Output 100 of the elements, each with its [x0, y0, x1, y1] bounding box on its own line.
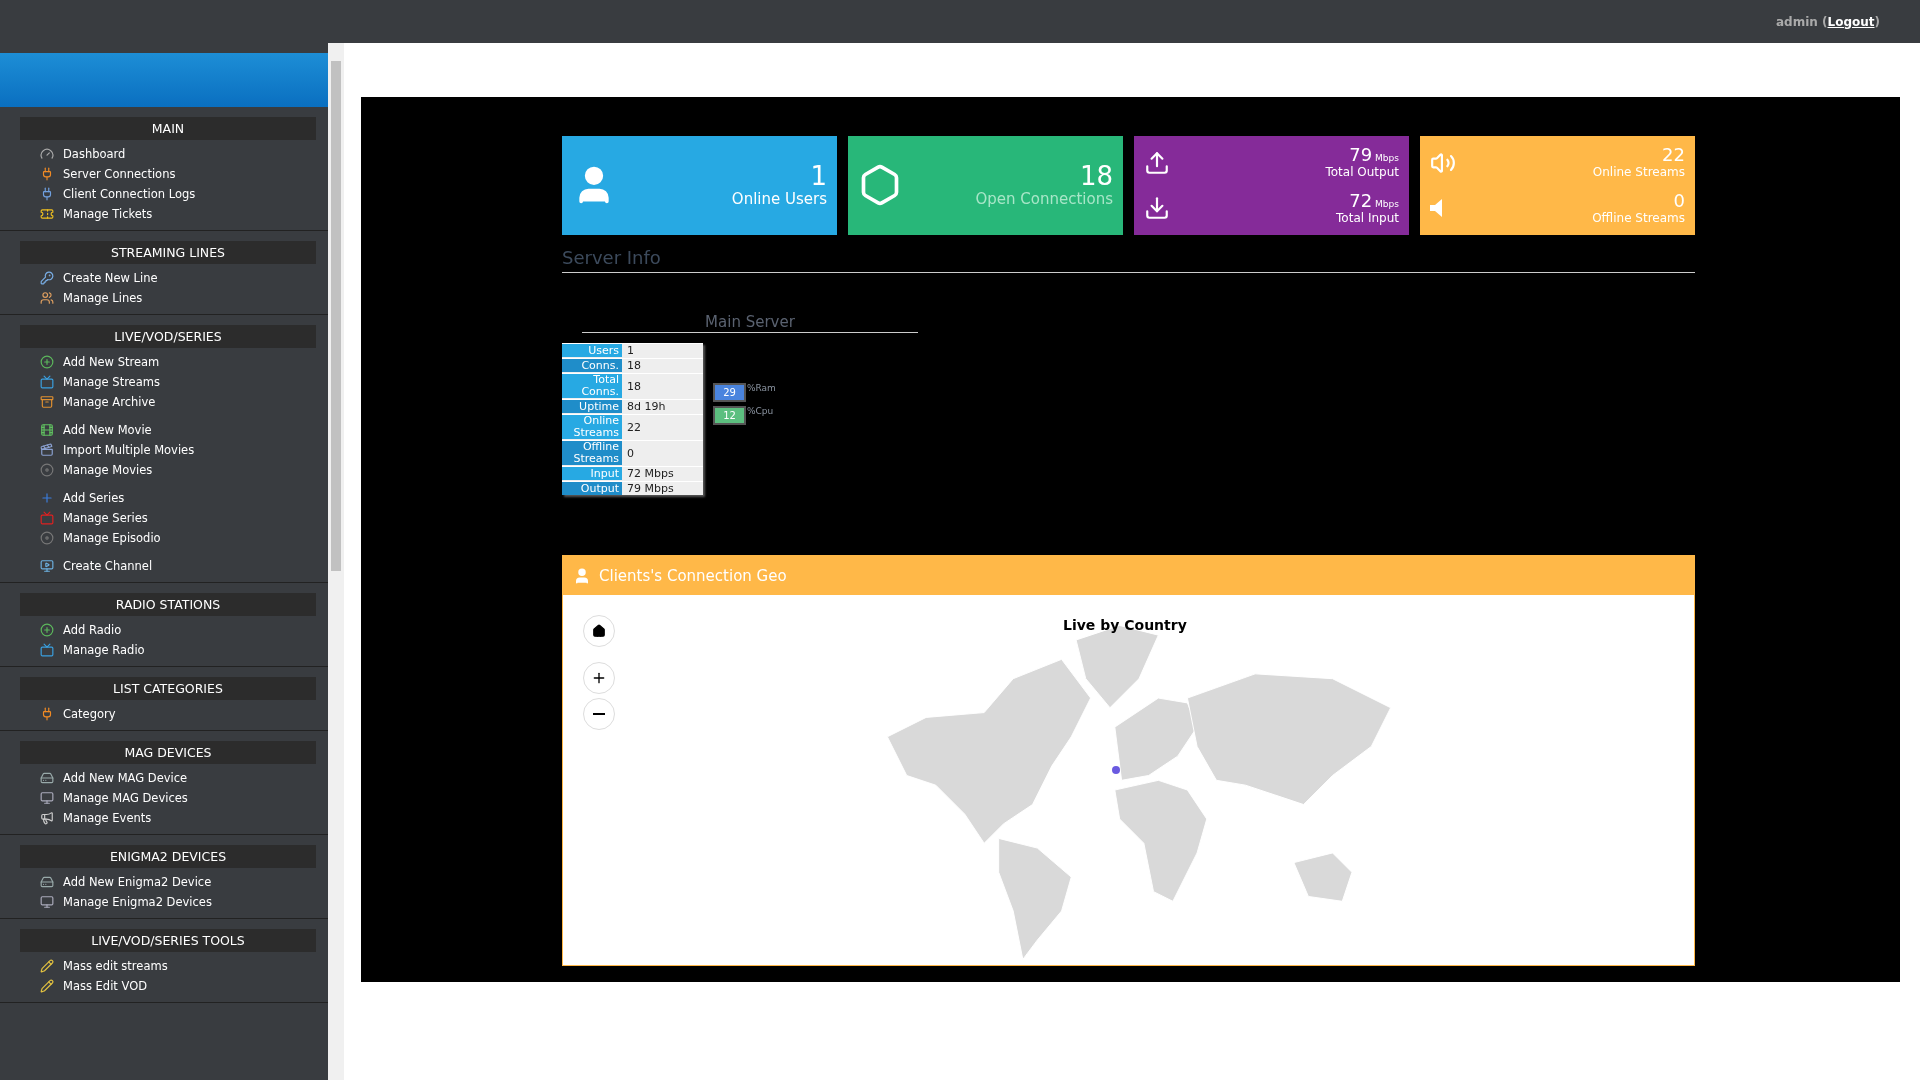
stat-value: 72 Mbps [1349, 191, 1399, 211]
section-title: Server Info [562, 247, 1695, 273]
row-label: Online Streams [562, 414, 622, 439]
section-header: LIVE/VOD/SERIES [20, 325, 316, 348]
home-button[interactable] [583, 615, 615, 647]
table-cell: 0 [622, 440, 703, 465]
tv-icon [40, 559, 54, 573]
plug-icon [40, 167, 54, 181]
stat-label: Total Input [1336, 210, 1399, 225]
row-label: Total Conns. [562, 373, 622, 398]
sidebar-item[interactable]: Manage Archive [40, 392, 328, 412]
plug-icon [40, 707, 54, 721]
stat-value: 22 [1662, 146, 1685, 166]
film-icon [40, 423, 54, 437]
archive-icon [40, 395, 54, 409]
sidebar-item[interactable]: Server Connections [40, 164, 328, 184]
sidebar-item[interactable]: Add Series [40, 488, 328, 508]
plus-icon [40, 491, 54, 505]
add-icon [40, 355, 54, 369]
sidebar-item[interactable]: Add Radio [40, 620, 328, 640]
table-cell: 8d 19h [622, 399, 703, 413]
row-label: Conns. [562, 358, 622, 372]
sidebar-item[interactable]: Add New Enigma2 Device [40, 872, 328, 892]
sidebar-item[interactable]: Import Multiple Movies [40, 440, 328, 460]
table-cell: 18 [622, 373, 703, 398]
scrollbar[interactable] [328, 43, 344, 1080]
stat-label: Open Connections [975, 190, 1113, 209]
stat-label: Online Users [731, 190, 827, 209]
section-header: LIST CATEGORIES [20, 677, 316, 700]
monitor-icon [40, 895, 54, 909]
table-cell: 22 [622, 414, 703, 439]
section-header: STREAMING LINES [20, 241, 316, 264]
stat-value: 18 [1079, 162, 1113, 191]
table-cell: 72 Mbps [622, 466, 703, 480]
sidebar-item[interactable]: Manage Lines [40, 288, 328, 308]
tv-icon [40, 643, 54, 657]
sidebar-item[interactable]: Manage Streams [40, 372, 328, 392]
download-icon [1144, 195, 1170, 222]
stat-label: Total Output [1325, 165, 1399, 180]
panel-title: Clients's Connection Geo [599, 566, 787, 585]
section-header: ENIGMA2 DEVICES [20, 845, 316, 868]
section-header: LIVE/VOD/SERIES TOOLS [20, 929, 316, 952]
user-key-icon [40, 271, 54, 285]
row-label: Offline Streams [562, 440, 622, 465]
sidebar-item[interactable]: Dashboard [40, 144, 328, 164]
sidebar-item[interactable]: Manage MAG Devices [40, 788, 328, 808]
megaphone-icon [40, 811, 54, 825]
film-icon [40, 443, 54, 457]
section-header: MAIN [20, 117, 316, 140]
row-label: Input [562, 466, 622, 480]
sidebar-item[interactable]: Manage Events [40, 808, 328, 828]
sidebar-item[interactable]: Manage Tickets [40, 204, 328, 224]
location-marker [1110, 765, 1121, 775]
sidebar-item[interactable]: Create New Line [40, 268, 328, 288]
stat-label: Online Streams [1592, 165, 1685, 180]
device-add-icon [40, 875, 54, 889]
pencil-icon [40, 959, 54, 973]
stat-value: 1 [810, 162, 827, 191]
sidebar-item[interactable]: Category [40, 704, 328, 724]
tv-icon [40, 375, 54, 389]
zoom-in-icon [591, 670, 607, 686]
monitor-icon [40, 791, 54, 805]
map-title: Live by Country [1063, 617, 1187, 633]
sidebar-item[interactable]: Manage Enigma2 Devices [40, 892, 328, 912]
sidebar-item[interactable]: Mass edit streams [40, 956, 328, 976]
stat-value: 79 Mbps [1349, 146, 1399, 166]
usage-badge: 12 [713, 406, 746, 425]
table-cell: 1 [622, 343, 703, 357]
zoom-in-button[interactable] [583, 662, 615, 694]
zoom-out-button[interactable] [583, 698, 615, 730]
speaker-muted-icon [1430, 199, 1442, 218]
logout-link[interactable]: Logout [1827, 14, 1875, 29]
sidebar-item[interactable]: Manage Series [40, 508, 328, 528]
row-label: Output [562, 481, 622, 495]
users-icon [40, 291, 54, 305]
table-cell: 79 Mbps [622, 481, 703, 495]
closing-paren: ) [1874, 14, 1880, 29]
sidebar-item[interactable]: Client Connection Logs [40, 184, 328, 204]
home-icon [592, 624, 606, 638]
sidebar-item[interactable]: Manage Episodio [40, 528, 328, 548]
sidebar-item[interactable]: Add New MAG Device [40, 768, 328, 788]
user-icon [573, 566, 591, 585]
stat-label: Offline Streams [1592, 210, 1685, 225]
upload-icon [1144, 149, 1170, 176]
add-icon [40, 623, 54, 637]
row-label: Uptime [562, 399, 622, 413]
table-cell: 18 [622, 358, 703, 372]
sidebar-item[interactable]: Mass Edit VOD [40, 976, 328, 996]
sidebar-item[interactable]: Manage Movies [40, 460, 328, 480]
sidebar-item[interactable]: Add New Movie [40, 420, 328, 440]
row-label: Users [562, 343, 622, 357]
sidebar-item[interactable]: Create Channel [40, 556, 328, 576]
user-name: admin ( [1776, 14, 1828, 29]
sidebar-item[interactable]: Manage Radio [40, 640, 328, 660]
scrollbar-thumb[interactable] [331, 61, 341, 571]
plug-icon [40, 187, 54, 201]
usage-badge: 29 [713, 383, 746, 402]
sidebar-item[interactable]: Add New Stream [40, 352, 328, 372]
section-header: RADIO STATIONS [20, 593, 316, 616]
stat-value: 0 [1673, 191, 1685, 211]
